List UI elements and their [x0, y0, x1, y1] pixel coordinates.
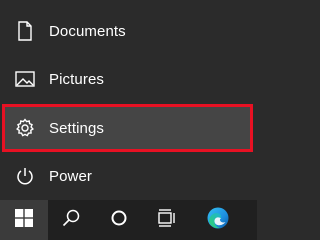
task-view-button[interactable] — [144, 200, 190, 240]
start-item-settings[interactable]: Settings — [2, 104, 253, 152]
document-icon — [14, 20, 36, 42]
gear-icon — [14, 117, 36, 139]
edge-taskbar-button[interactable] — [194, 200, 242, 240]
taskbar — [0, 200, 257, 240]
cortana-icon — [110, 209, 128, 232]
start-item-documents[interactable]: Documents — [0, 7, 257, 55]
start-item-pictures[interactable]: Pictures — [0, 55, 257, 103]
search-icon — [62, 209, 80, 232]
search-button[interactable] — [48, 200, 94, 240]
pictures-icon — [14, 68, 36, 90]
start-menu-left-rail: Documents Pictures Settings Power — [0, 0, 257, 200]
task-view-icon — [157, 208, 177, 232]
edge-icon — [206, 206, 230, 235]
windows-logo-icon — [15, 208, 33, 232]
power-icon — [14, 165, 36, 187]
cortana-button[interactable] — [96, 200, 142, 240]
start-item-power[interactable]: Power — [0, 152, 257, 200]
start-button[interactable] — [0, 200, 48, 240]
start-item-label: Documents — [49, 22, 126, 40]
start-item-label: Settings — [49, 119, 104, 137]
start-item-label: Pictures — [49, 70, 104, 88]
start-item-label: Power — [49, 167, 93, 185]
